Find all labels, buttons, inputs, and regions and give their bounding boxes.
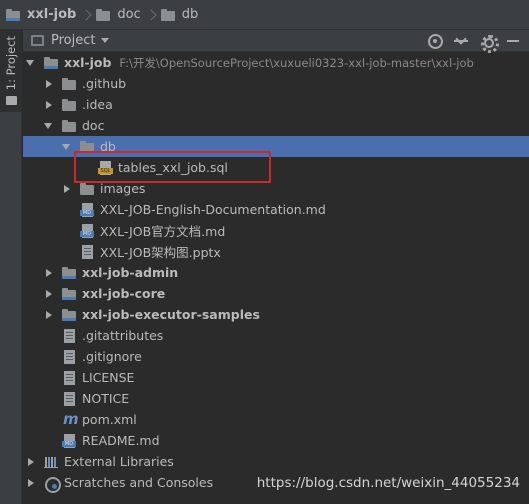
tree-item-gitattributes[interactable]: .gitattributes [23,325,529,346]
tree-item-pom[interactable]: pom.xml [23,409,529,430]
tree-item-label: NOTICE [82,391,130,406]
project-tool-tab-label: 1: Project [4,36,18,91]
breadcrumb: xxl-job doc db [0,0,529,30]
scratches-icon [44,476,61,493]
breadcrumb-separator-icon [147,8,155,22]
collapse-all-icon[interactable] [453,33,469,49]
folder-icon [62,98,78,112]
tree-item-github[interactable]: .github [23,73,529,94]
project-view-icon [31,35,44,46]
annotation-highlight-box [74,151,271,183]
tree-item-external-libraries[interactable]: External Libraries [23,451,529,472]
tree-item-label: pom.xml [82,412,137,427]
expand-arrow-icon[interactable] [44,289,54,299]
expand-arrow-icon[interactable] [62,184,72,194]
expand-arrow-icon[interactable] [44,121,54,131]
watermark-text: https://blog.csdn.net/weixin_44055234 [256,475,520,491]
tree-item-label: .gitignore [82,349,142,364]
folder-icon [62,119,78,133]
tree-item-label: XXL-JOB架构图.pptx [100,245,221,260]
expand-arrow-icon[interactable] [44,100,54,110]
expand-arrow-icon[interactable] [44,310,54,320]
tree-item-idea[interactable]: .idea [23,94,529,115]
tree-item-label: xxl-job-admin [82,265,179,280]
left-tool-strip: 1: Project [0,30,22,504]
maven-icon [62,410,78,427]
text-file-icon [62,391,78,406]
project-tree: xxl-job F:\开发\OpenSourceProject\xuxueli0… [23,52,529,504]
project-tab-icon [5,96,17,106]
tree-item-root[interactable]: xxl-job F:\开发\OpenSourceProject\xuxueli0… [23,52,529,73]
markdown-file-icon [80,202,96,217]
module-folder-icon [62,308,78,322]
folder-icon [80,182,96,196]
tree-item-label: xxl-job-executor-samples [82,307,260,322]
tree-item-label: .idea [82,97,113,112]
module-folder-icon [44,56,60,70]
tree-item-admin[interactable]: xxl-job-admin [23,262,529,283]
text-file-icon [62,349,78,364]
project-panel-header: Project [23,30,529,53]
expand-arrow-icon[interactable] [26,478,36,488]
expand-arrow-icon[interactable] [26,457,36,467]
expand-arrow-icon[interactable] [26,58,36,68]
tree-item-label: .gitattributes [82,328,164,343]
breadcrumb-label: xxl-job [27,7,77,22]
markdown-file-icon [62,433,78,448]
tree-item-doc-ppt[interactable]: XXL-JOB架构图.pptx [23,241,529,262]
breadcrumb-label: db [181,7,199,22]
tree-item-notice[interactable]: NOTICE [23,388,529,409]
markdown-file-icon [80,223,96,238]
tree-item-path: F:\开发\OpenSourceProject\xuxueli0323-xxl-… [119,55,474,70]
folder-icon [160,8,177,22]
tree-item-license[interactable]: LICENSE [23,367,529,388]
tree-item-gitignore[interactable]: .gitignore [23,346,529,367]
module-folder-icon [62,266,78,280]
breadcrumb-separator-icon [82,8,90,22]
gear-icon[interactable] [479,33,499,53]
expand-arrow-icon[interactable] [44,79,54,89]
locate-icon[interactable] [427,33,443,49]
folder-icon [62,77,78,91]
tree-item-core[interactable]: xxl-job-core [23,283,529,304]
text-file-icon [62,370,78,385]
chevron-down-icon[interactable] [101,38,110,43]
expand-arrow-icon[interactable] [44,268,54,278]
module-folder-icon [6,8,22,22]
tree-item-label: External Libraries [64,454,174,469]
tree-item-label: doc [82,118,105,133]
tree-item-label: xxl-job [64,55,112,70]
tree-item-label: XXL-JOB-English-Documentation.md [100,202,326,217]
tree-item-doc-en[interactable]: XXL-JOB-English-Documentation.md [23,199,529,220]
tree-item-samples[interactable]: xxl-job-executor-samples [23,304,529,325]
project-view-selector[interactable]: Project [51,33,95,48]
tree-item-label: xxl-job-core [82,286,166,301]
module-folder-icon [62,287,78,301]
breadcrumb-item-xxl-job[interactable]: xxl-job [6,0,76,30]
tree-item-label: LICENSE [82,370,135,385]
breadcrumb-item-db[interactable]: db [160,0,199,30]
expand-arrow-icon[interactable] [62,142,72,152]
text-file-icon [62,328,78,343]
tree-item-label: README.md [82,433,160,448]
tree-item-label: .github [82,76,127,91]
breadcrumb-label: doc [117,7,141,22]
pptx-file-icon [80,244,96,259]
breadcrumb-item-doc[interactable]: doc [96,0,141,30]
tree-item-readme[interactable]: README.md [23,430,529,451]
folder-icon [96,8,112,22]
tree-item-doc-cn[interactable]: XXL-JOB官方文档.md [23,220,529,241]
tree-item-doc[interactable]: doc [23,115,529,136]
hide-icon[interactable] [505,33,521,49]
project-tool-tab[interactable]: 1: Project [0,30,22,112]
tree-item-label: Scratches and Consoles [64,475,214,490]
library-icon [44,455,60,469]
tree-item-label: images [100,181,146,196]
tree-item-label: XXL-JOB官方文档.md [100,224,226,239]
panel-toolbar [417,30,521,53]
